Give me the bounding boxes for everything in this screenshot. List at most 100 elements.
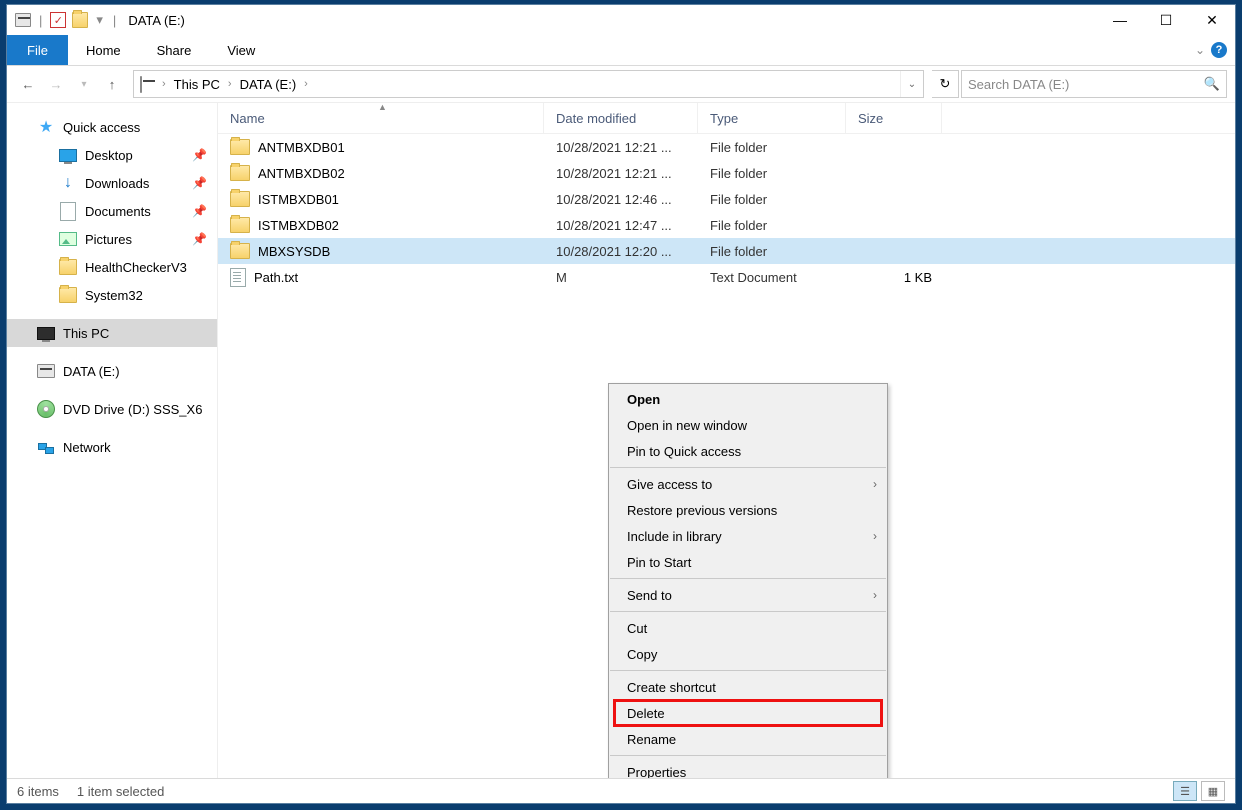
desktop-icon: [59, 146, 77, 164]
cell-name: Path.txt: [218, 264, 544, 290]
help-icon[interactable]: ?: [1211, 42, 1227, 58]
menu-separator: [610, 578, 886, 579]
this-pc-icon: [37, 324, 55, 342]
column-name[interactable]: Name ▲: [218, 103, 544, 133]
folder-icon: [230, 165, 250, 181]
navpane-label: Network: [63, 440, 111, 455]
menu-pin-start[interactable]: Pin to Start: [609, 549, 887, 575]
document-icon: [59, 202, 77, 220]
navpane-documents[interactable]: Documents 📌: [7, 197, 217, 225]
menu-send-to[interactable]: Send to›: [609, 582, 887, 608]
menu-rename[interactable]: Rename: [609, 726, 887, 752]
status-selection: 1 item selected: [77, 784, 164, 799]
file-name: ANTMBXDB01: [258, 140, 345, 155]
chevron-right-icon[interactable]: ›: [226, 78, 234, 90]
address-bar[interactable]: › This PC › DATA (E:) › ⌄: [133, 70, 924, 98]
network-icon: [37, 438, 55, 456]
cell-date: 10/28/2021 12:47 ...: [544, 212, 698, 238]
pin-icon: 📌: [192, 204, 207, 218]
search-input[interactable]: Search DATA (E:) 🔍: [961, 70, 1227, 98]
navpane-this-pc[interactable]: This PC: [7, 319, 217, 347]
menu-restore-previous[interactable]: Restore previous versions: [609, 497, 887, 523]
menu-separator: [610, 670, 886, 671]
menu-label: Cut: [627, 621, 647, 636]
file-name: ISTMBXDB01: [258, 192, 339, 207]
chevron-right-icon[interactable]: ›: [160, 78, 168, 90]
menu-delete[interactable]: Delete: [609, 700, 887, 726]
chevron-right-icon: ›: [873, 588, 877, 602]
explorer-window: | ✓ ▾ | DATA (E:) — ☐ ✕ File Home Share …: [6, 4, 1236, 804]
menu-open[interactable]: Open: [609, 386, 887, 412]
view-details-button[interactable]: ☰: [1173, 781, 1197, 801]
quick-access-toolbar: | ✓ ▾ | DATA (E:): [7, 12, 185, 28]
qat-newfolder-icon[interactable]: [72, 12, 88, 28]
up-button[interactable]: ↑: [99, 71, 125, 97]
menu-copy[interactable]: Copy: [609, 641, 887, 667]
maximize-button[interactable]: ☐: [1143, 5, 1189, 35]
view-large-icons-button[interactable]: ▦: [1201, 781, 1225, 801]
tab-view[interactable]: View: [209, 35, 273, 65]
cell-size: [846, 212, 942, 238]
back-button[interactable]: ←: [15, 71, 41, 97]
disc-icon: [37, 400, 55, 418]
menu-label: Copy: [627, 647, 657, 662]
menu-give-access[interactable]: Give access to›: [609, 471, 887, 497]
tab-home[interactable]: Home: [68, 35, 139, 65]
navpane-system32[interactable]: System32: [7, 281, 217, 309]
file-row[interactable]: ISTMBXDB0210/28/2021 12:47 ...File folde…: [218, 212, 1235, 238]
navpane-network[interactable]: Network: [7, 433, 217, 461]
file-name: ISTMBXDB02: [258, 218, 339, 233]
address-history-button[interactable]: ⌄: [900, 71, 923, 97]
ribbon-expand-icon[interactable]: ⌄: [1195, 43, 1205, 57]
qat-properties-icon[interactable]: ✓: [50, 12, 66, 28]
tab-share[interactable]: Share: [139, 35, 210, 65]
breadcrumb-this-pc[interactable]: This PC: [172, 77, 222, 92]
cell-type: File folder: [698, 238, 846, 264]
navpane-dvd[interactable]: DVD Drive (D:) SSS_X6: [7, 395, 217, 423]
navpane-data-e[interactable]: DATA (E:): [7, 357, 217, 385]
file-row[interactable]: ANTMBXDB0210/28/2021 12:21 ...File folde…: [218, 160, 1235, 186]
file-row[interactable]: ANTMBXDB0110/28/2021 12:21 ...File folde…: [218, 134, 1235, 160]
menu-create-shortcut[interactable]: Create shortcut: [609, 674, 887, 700]
drive-icon: [140, 77, 156, 91]
file-rows: ANTMBXDB0110/28/2021 12:21 ...File folde…: [218, 134, 1235, 290]
tab-file[interactable]: File: [7, 35, 68, 65]
qat-separator: |: [39, 13, 42, 28]
recent-locations-button[interactable]: ▾: [71, 71, 97, 97]
search-icon[interactable]: 🔍: [1204, 76, 1220, 92]
folder-icon: [230, 217, 250, 233]
forward-button[interactable]: →: [43, 71, 69, 97]
navpane-label: Quick access: [63, 120, 140, 135]
navpane-pictures[interactable]: Pictures 📌: [7, 225, 217, 253]
navpane-healthchecker[interactable]: HealthCheckerV3: [7, 253, 217, 281]
menu-cut[interactable]: Cut: [609, 615, 887, 641]
pin-icon: 📌: [192, 148, 207, 162]
column-label: Date modified: [556, 111, 636, 126]
menu-include-library[interactable]: Include in library›: [609, 523, 887, 549]
navpane-desktop[interactable]: Desktop 📌: [7, 141, 217, 169]
chevron-right-icon[interactable]: ›: [302, 78, 310, 90]
menu-open-new-window[interactable]: Open in new window: [609, 412, 887, 438]
close-button[interactable]: ✕: [1189, 5, 1235, 35]
breadcrumb-data-e[interactable]: DATA (E:): [238, 77, 299, 92]
menu-label: Pin to Quick access: [627, 444, 741, 459]
body: ★ Quick access Desktop 📌 ↓ Downloads 📌 D…: [7, 103, 1235, 781]
column-type[interactable]: Type: [698, 103, 846, 133]
menu-pin-quick-access[interactable]: Pin to Quick access: [609, 438, 887, 464]
navpane-downloads[interactable]: ↓ Downloads 📌: [7, 169, 217, 197]
refresh-button[interactable]: ↻: [932, 70, 959, 98]
file-row[interactable]: Path.txtMText Document1 KB: [218, 264, 1235, 290]
file-row[interactable]: MBXSYSDB10/28/2021 12:20 ...File folder: [218, 238, 1235, 264]
file-row[interactable]: ISTMBXDB0110/28/2021 12:46 ...File folde…: [218, 186, 1235, 212]
file-icon: [230, 268, 246, 287]
cell-type: File folder: [698, 134, 846, 160]
column-size[interactable]: Size: [846, 103, 942, 133]
title-bar: | ✓ ▾ | DATA (E:) — ☐ ✕: [7, 5, 1235, 35]
navpane-quick-access[interactable]: ★ Quick access: [7, 113, 217, 141]
column-headers: Name ▲ Date modified Type Size: [218, 103, 1235, 134]
star-icon: ★: [37, 118, 55, 136]
cell-name: ANTMBXDB02: [218, 160, 544, 186]
column-date[interactable]: Date modified: [544, 103, 698, 133]
minimize-button[interactable]: —: [1097, 5, 1143, 35]
menu-label: Pin to Start: [627, 555, 691, 570]
